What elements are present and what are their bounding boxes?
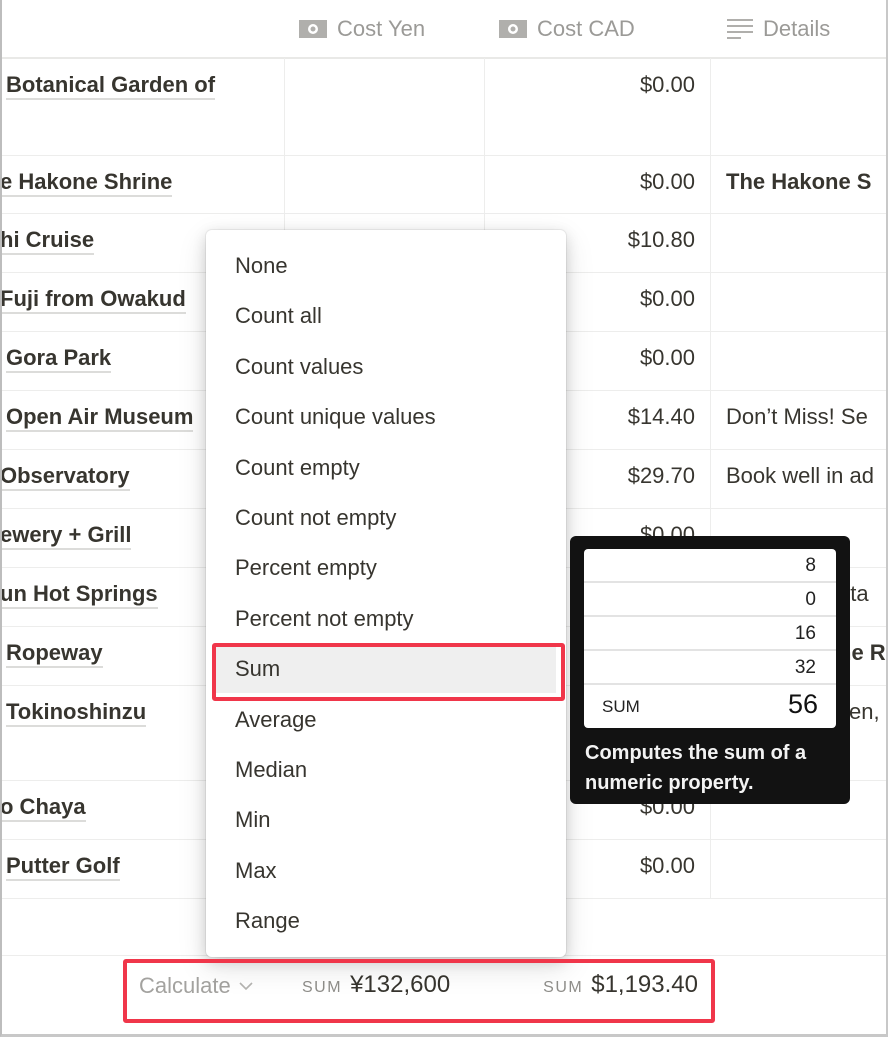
row-name-link[interactable]: Putter Golf bbox=[6, 853, 120, 881]
column-header-details[interactable]: Details bbox=[727, 0, 830, 58]
column-header-cost-yen[interactable]: Cost Yen bbox=[299, 0, 425, 58]
tooltip-sum-value: 56 bbox=[787, 689, 818, 719]
table-row[interactable]: e Hakone Shrine $0.00 The Hakone S bbox=[0, 155, 888, 214]
row-name-link[interactable]: Tokinoshinzu bbox=[6, 699, 147, 727]
column-header-label: Details bbox=[763, 16, 831, 41]
row-name-link[interactable]: Observatory bbox=[0, 463, 130, 491]
column-header-label: Cost CAD bbox=[537, 16, 635, 41]
row-name-link[interactable]: Fuji from Owakud bbox=[0, 286, 186, 314]
tooltip-example-table: 8 0 16 32 SUM 56 bbox=[584, 549, 836, 728]
tooltip-description: Computes the sum of a numeric property. bbox=[585, 742, 807, 794]
menu-item-percent-not-empty[interactable]: Percent not empty bbox=[214, 595, 556, 643]
currency-icon bbox=[299, 20, 327, 38]
table-row[interactable]: Botanical Garden of $0.00 bbox=[0, 58, 888, 156]
tooltip-value: 8 bbox=[584, 549, 836, 583]
tooltip-sum-label: SUM bbox=[602, 697, 640, 716]
tooltip-value: 32 bbox=[584, 651, 836, 685]
details-cell[interactable]: The Hakone S bbox=[726, 169, 871, 195]
calculate-menu: None Count all Count values Count unique va… bbox=[206, 230, 566, 957]
cost-cad-cell[interactable]: $0.00 bbox=[640, 72, 695, 98]
cost-cad-cell[interactable]: $0.00 bbox=[640, 169, 695, 195]
currency-icon bbox=[499, 20, 527, 38]
row-name-link[interactable]: Botanical Garden of bbox=[6, 72, 216, 100]
column-header-cost-cad[interactable]: Cost CAD bbox=[499, 0, 635, 58]
menu-item-count-all[interactable]: Count all bbox=[214, 292, 556, 340]
cost-cad-cell[interactable]: $29.70 bbox=[628, 463, 695, 489]
cost-cad-cell[interactable]: $14.40 bbox=[628, 404, 695, 430]
details-cell[interactable]: Book well in ad bbox=[726, 463, 874, 489]
column-header-label: Cost Yen bbox=[337, 16, 426, 41]
cost-cad-cell[interactable]: $0.00 bbox=[640, 853, 695, 879]
sum-tooltip: 8 0 16 32 SUM 56 Computes the sum of a n… bbox=[570, 536, 850, 804]
menu-item-min[interactable]: Min bbox=[214, 796, 556, 844]
menu-item-none[interactable]: None bbox=[214, 242, 556, 290]
menu-item-percent-empty[interactable]: Percent empty bbox=[214, 544, 556, 592]
row-name-link[interactable]: Gora Park bbox=[6, 345, 112, 373]
menu-item-count-values[interactable]: Count values bbox=[214, 343, 556, 391]
footer-highlight-box bbox=[123, 959, 715, 1023]
tooltip-value: 16 bbox=[584, 617, 836, 651]
tooltip-value: 0 bbox=[584, 583, 836, 617]
row-name-link[interactable]: e Hakone Shrine bbox=[0, 169, 173, 197]
row-name-link[interactable]: Ropeway bbox=[6, 640, 103, 668]
menu-item-average[interactable]: Average bbox=[214, 696, 556, 744]
row-name-link[interactable]: ewery + Grill bbox=[0, 522, 132, 550]
menu-item-range[interactable]: Range bbox=[214, 897, 556, 945]
menu-item-median[interactable]: Median bbox=[214, 746, 556, 794]
row-name-link[interactable]: un Hot Springs bbox=[0, 581, 158, 609]
menu-item-count-empty[interactable]: Count empty bbox=[214, 444, 556, 492]
row-name-link[interactable]: hi Cruise bbox=[0, 227, 95, 255]
text-lines-icon bbox=[727, 19, 753, 39]
menu-item-max[interactable]: Max bbox=[214, 847, 556, 895]
menu-item-count-unique-values[interactable]: Count unique values bbox=[214, 393, 556, 441]
row-name-link[interactable]: o Chaya bbox=[0, 794, 86, 822]
cost-cad-cell[interactable]: $0.00 bbox=[640, 345, 695, 371]
row-name-link[interactable]: Open Air Museum bbox=[6, 404, 194, 432]
cost-cad-cell[interactable]: $0.00 bbox=[640, 286, 695, 312]
cost-cad-cell[interactable]: $10.80 bbox=[628, 227, 695, 253]
menu-item-count-not-empty[interactable]: Count not empty bbox=[214, 494, 556, 542]
sum-highlight-box bbox=[212, 643, 565, 701]
details-cell[interactable]: Don’t Miss! Se bbox=[726, 404, 868, 430]
